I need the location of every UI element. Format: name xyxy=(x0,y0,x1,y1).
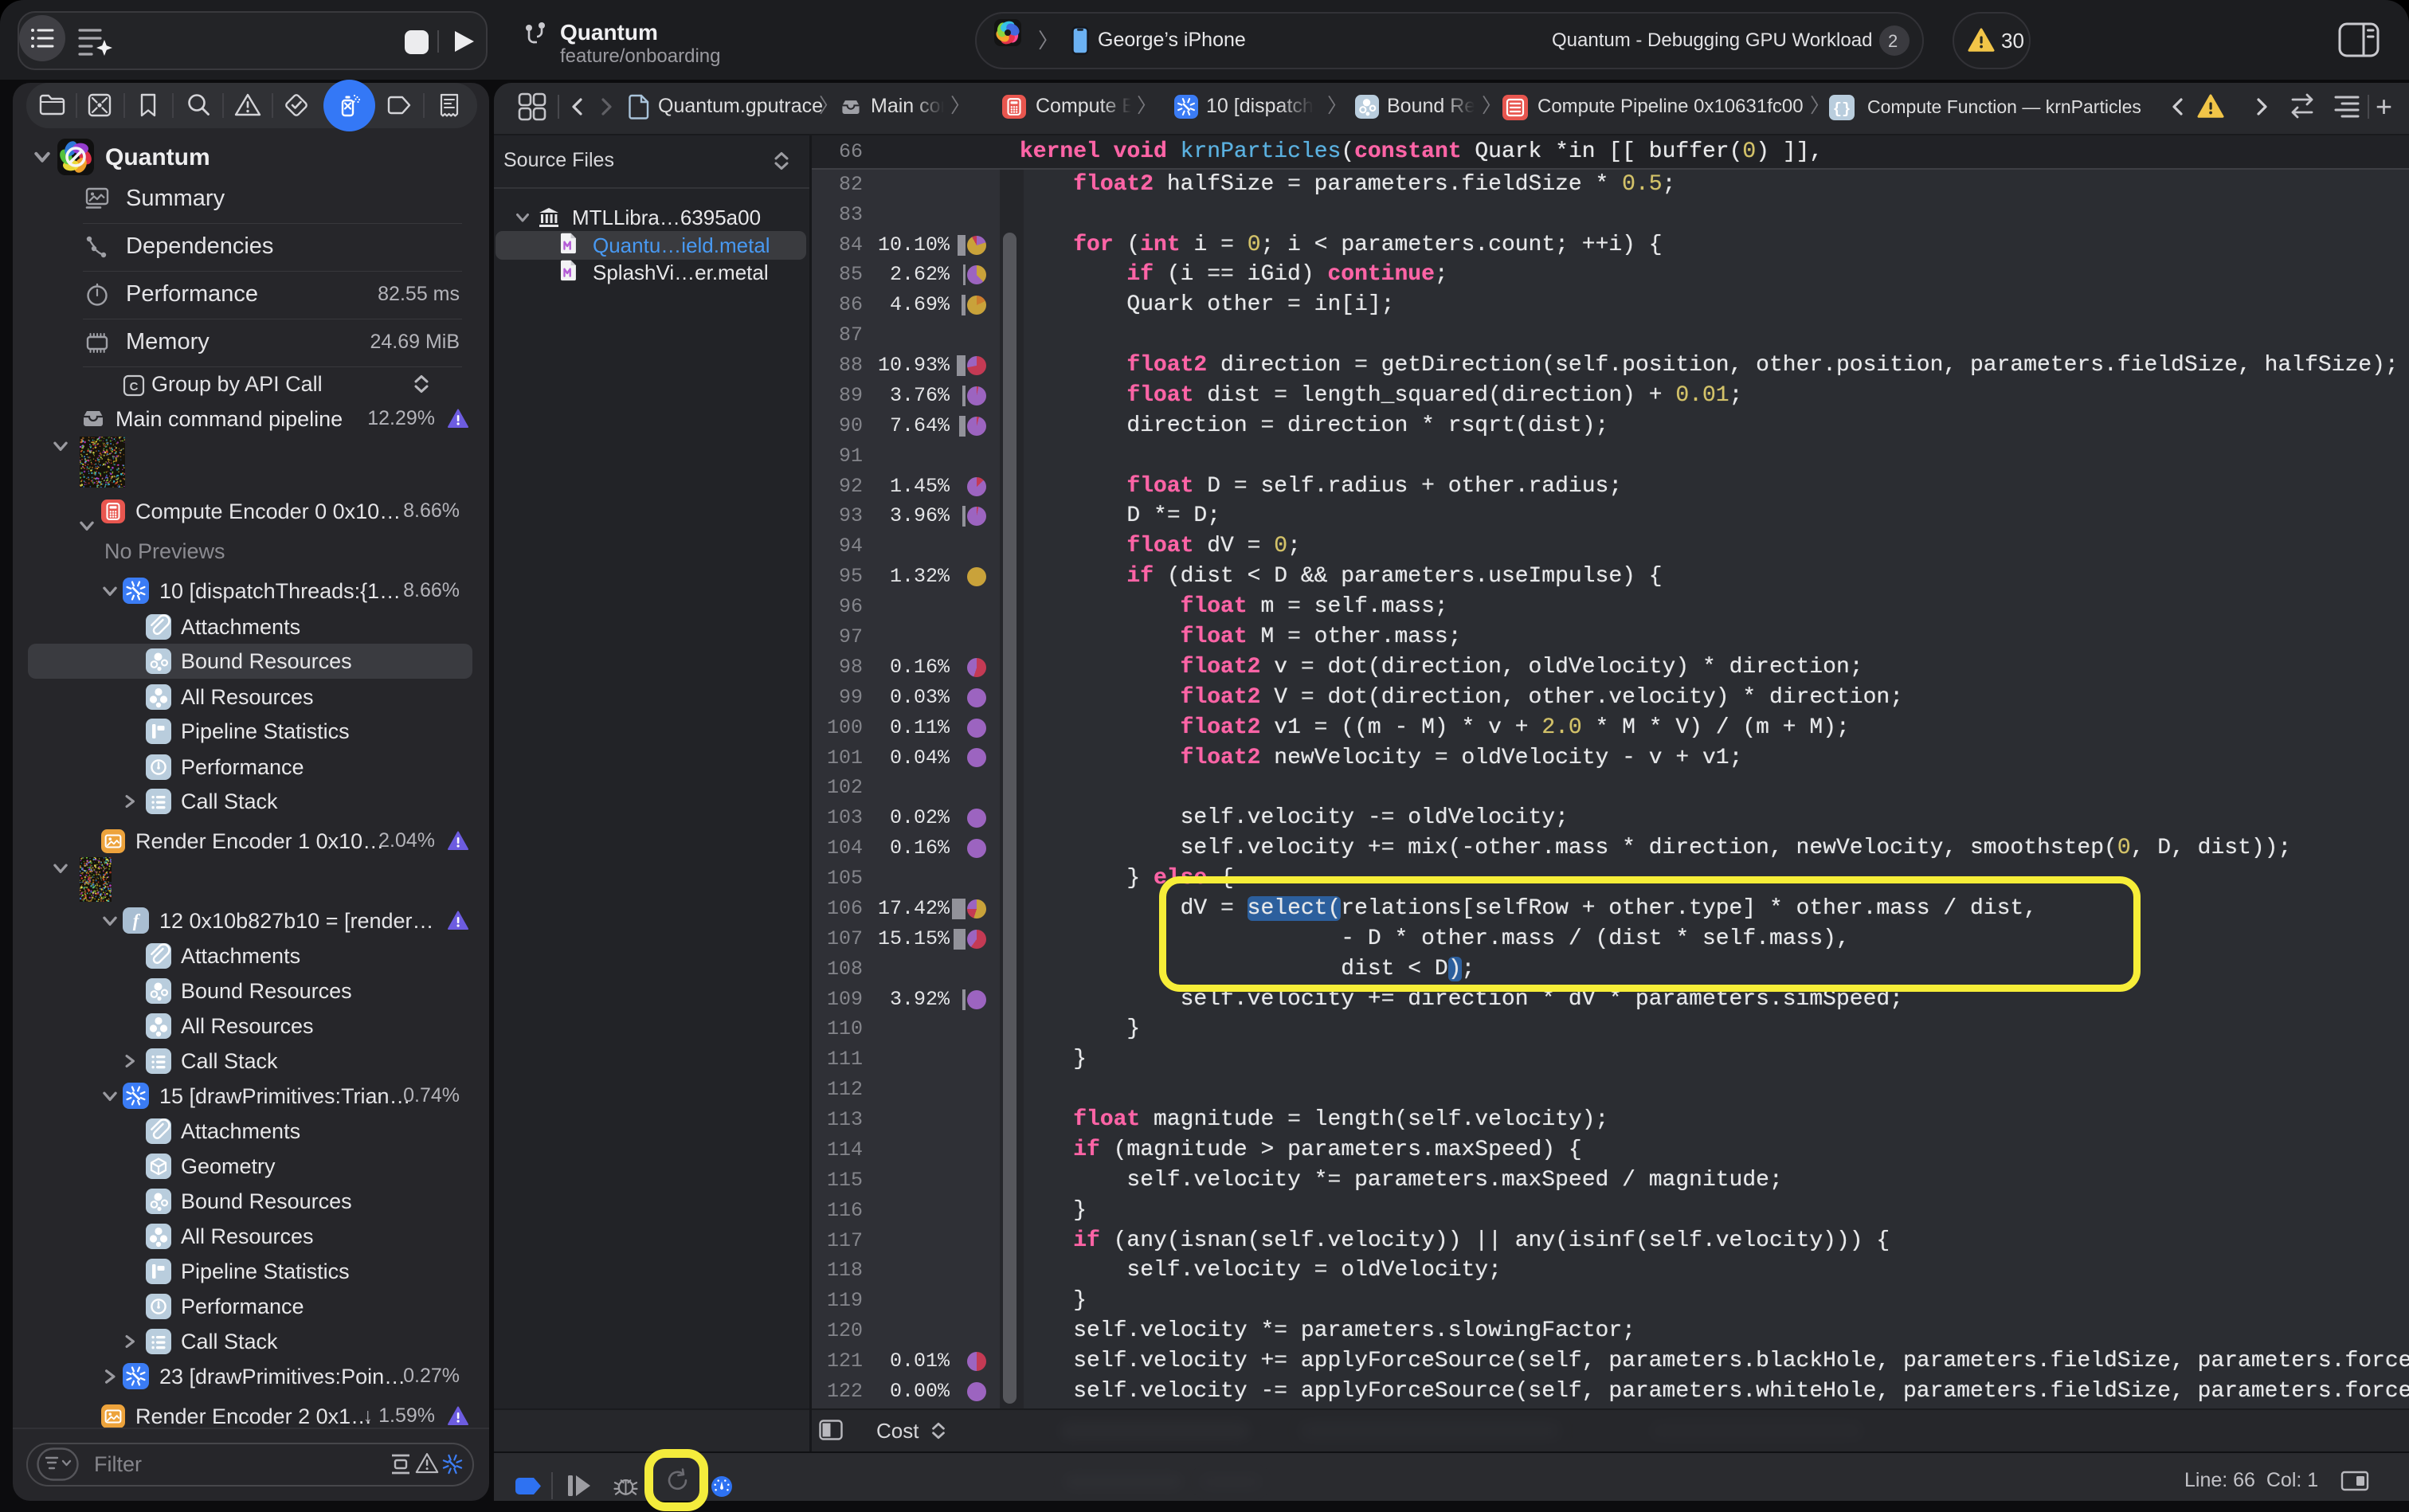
svg-text:{}: {} xyxy=(1833,100,1851,118)
svg-text:C: C xyxy=(130,380,139,394)
